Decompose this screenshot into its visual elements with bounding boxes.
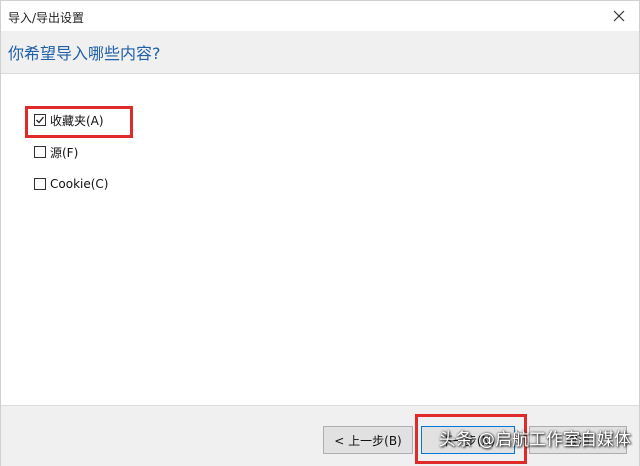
checkmark-icon bbox=[36, 116, 45, 124]
option-label: 源(F) bbox=[50, 145, 79, 160]
window-title: 导入/导出设置 bbox=[8, 11, 85, 25]
back-button[interactable]: < 上一步(B) bbox=[323, 426, 413, 454]
option-favorites[interactable]: 收藏夹(A) bbox=[34, 111, 104, 129]
option-feeds[interactable]: 源(F) bbox=[34, 143, 78, 161]
header-band: 你希望导入哪些内容? bbox=[1, 31, 639, 74]
page-heading: 你希望导入哪些内容? bbox=[8, 44, 161, 63]
options-panel: 收藏夹(A) 源(F) Cookie(C) bbox=[1, 74, 639, 404]
footer-bar: < 上一步(B) 下一步(N) 取消 bbox=[1, 405, 639, 466]
cookies-checkbox[interactable] bbox=[34, 178, 46, 190]
cancel-button[interactable]: 取消 bbox=[529, 426, 627, 454]
title-bar: 导入/导出设置 bbox=[1, 1, 639, 31]
option-cookies[interactable]: Cookie(C) bbox=[34, 175, 108, 193]
option-label: 收藏夹(A) bbox=[50, 113, 104, 128]
close-icon bbox=[613, 10, 625, 22]
import-export-dialog: 导入/导出设置 你希望导入哪些内容? 收藏夹(A) 源(F) Cookie(C)… bbox=[0, 0, 640, 466]
option-label: Cookie(C) bbox=[50, 177, 109, 191]
next-button[interactable]: 下一步(N) bbox=[421, 426, 515, 454]
close-button[interactable] bbox=[599, 1, 639, 31]
favorites-checkbox[interactable] bbox=[34, 114, 46, 126]
feeds-checkbox[interactable] bbox=[34, 146, 46, 158]
